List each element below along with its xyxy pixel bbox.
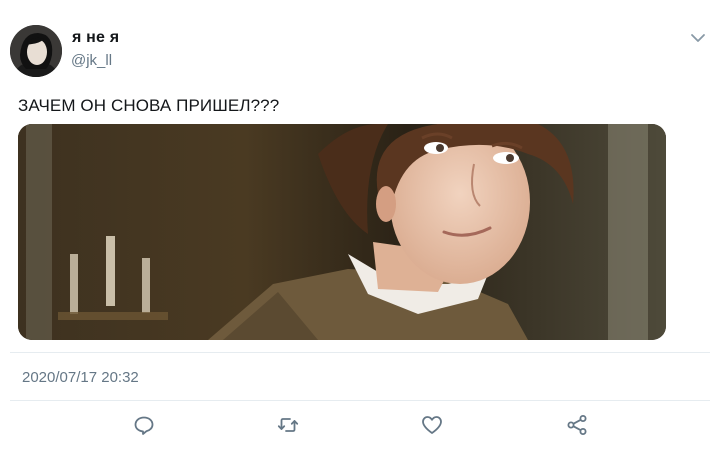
author-handle[interactable]: @jk_ll <box>71 52 112 69</box>
retweet-icon[interactable] <box>276 413 300 437</box>
avatar[interactable] <box>10 25 62 77</box>
tweet-text: ЗАЧЕМ ОН СНОВА ПРИШЕЛ??? <box>18 96 280 115</box>
tweet-timestamp[interactable]: 2020/07/17 20:32 <box>22 369 139 386</box>
reply-icon[interactable] <box>132 413 156 437</box>
author-display-name[interactable]: я не я <box>72 29 119 47</box>
divider <box>10 400 710 401</box>
tweet-card: я не я @jk_ll ЗАЧЕМ ОН СНОВА ПРИШЕЛ??? 2… <box>0 0 720 460</box>
share-icon[interactable] <box>565 413 589 437</box>
chevron-down-icon[interactable] <box>688 28 708 48</box>
tweet-media-image[interactable] <box>18 124 666 340</box>
divider <box>10 352 710 353</box>
heart-icon[interactable] <box>420 413 444 437</box>
